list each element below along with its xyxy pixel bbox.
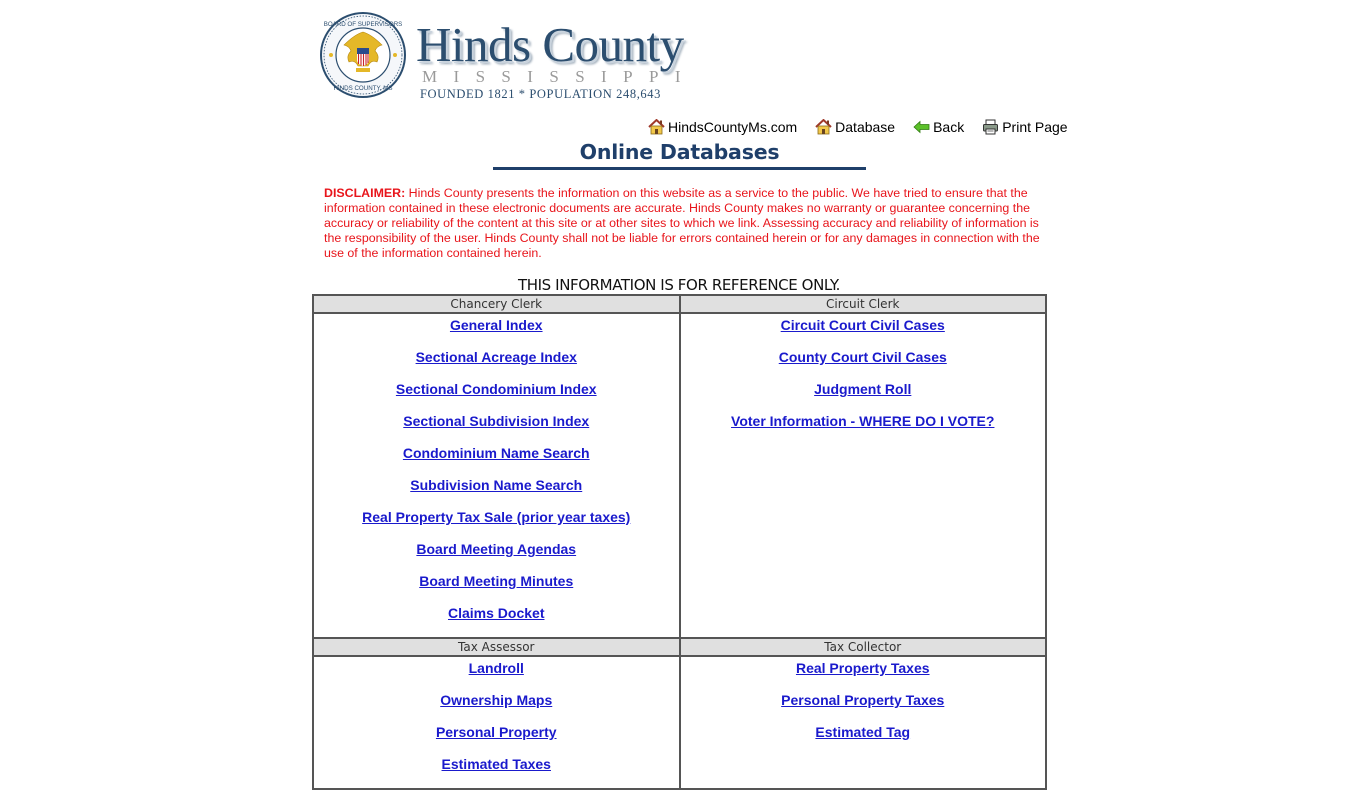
- chancery-clerk-links: General Index Sectional Acreage Index Se…: [312, 312, 681, 639]
- nav-label: HindsCountyMs.com: [668, 119, 798, 135]
- link-board-meeting-agendas[interactable]: Board Meeting Agendas: [314, 541, 679, 558]
- link-board-meeting-minutes[interactable]: Board Meeting Minutes: [314, 573, 679, 590]
- link-subdivision-name-search[interactable]: Subdivision Name Search: [314, 477, 679, 494]
- link-sectional-acreage-index[interactable]: Sectional Acreage Index: [314, 349, 679, 366]
- link-county-court-civil-cases[interactable]: County Court Civil Cases: [681, 349, 1046, 366]
- brand-state: MISSISSIPPI: [422, 67, 697, 86]
- link-landroll[interactable]: Landroll: [314, 660, 679, 677]
- title-divider: [493, 167, 866, 170]
- top-nav: HindsCountyMs.com Database Back Print Pa…: [648, 119, 1068, 135]
- county-seal-icon: BOARD OF SUPERVISORS HINDS COUNTY, MS: [320, 12, 406, 98]
- section-header-chancery-clerk: Chancery Clerk: [312, 294, 681, 314]
- nav-back-link[interactable]: Back: [913, 119, 964, 135]
- page-title: Online Databases: [579, 140, 780, 164]
- link-sectional-subdivision-index[interactable]: Sectional Subdivision Index: [314, 413, 679, 430]
- brand-founded: FOUNDED 1821 * POPULATION 248,643: [420, 87, 661, 101]
- brand-name: Hinds County: [416, 17, 684, 72]
- link-personal-property[interactable]: Personal Property: [314, 724, 679, 741]
- link-ownership-maps[interactable]: Ownership Maps: [314, 692, 679, 709]
- reference-notice: THIS INFORMATION IS FOR REFERENCE ONLY.: [518, 276, 840, 294]
- nav-label: Back: [933, 119, 965, 135]
- link-estimated-taxes[interactable]: Estimated Taxes: [314, 756, 679, 773]
- link-judgment-roll[interactable]: Judgment Roll: [681, 381, 1046, 398]
- nav-print-link[interactable]: Print Page: [982, 119, 1068, 135]
- section-header-circuit-clerk: Circuit Clerk: [678, 294, 1047, 314]
- disclaimer-text: Hinds County presents the information on…: [324, 186, 1040, 260]
- link-sectional-condominium-index[interactable]: Sectional Condominium Index: [314, 381, 679, 398]
- site-logo: BOARD OF SUPERVISORS HINDS COUNTY, MS Hi…: [318, 12, 718, 104]
- svg-text:BOARD OF SUPERVISORS: BOARD OF SUPERVISORS: [324, 21, 403, 28]
- nav-label: Print Page: [1002, 119, 1068, 135]
- link-personal-property-taxes[interactable]: Personal Property Taxes: [681, 692, 1046, 709]
- disclaimer: DISCLAIMER: Hinds County presents the in…: [324, 186, 1044, 261]
- nav-hindscountyms-link[interactable]: HindsCountyMs.com: [648, 119, 797, 135]
- section-header-tax-collector: Tax Collector: [678, 637, 1047, 657]
- link-condominium-name-search[interactable]: Condominium Name Search: [314, 445, 679, 462]
- link-real-property-taxes[interactable]: Real Property Taxes: [681, 660, 1046, 677]
- home-icon: [815, 119, 832, 135]
- nav-database-link[interactable]: Database: [815, 119, 895, 135]
- link-real-property-tax-sale[interactable]: Real Property Tax Sale (prior year taxes…: [314, 509, 679, 526]
- tax-assessor-links: Landroll Ownership Maps Personal Propert…: [312, 655, 681, 790]
- circuit-clerk-links: Circuit Court Civil Cases County Court C…: [678, 312, 1047, 639]
- home-icon: [648, 119, 665, 135]
- tax-collector-links: Real Property Taxes Personal Property Ta…: [678, 655, 1047, 790]
- link-general-index[interactable]: General Index: [314, 317, 679, 334]
- link-estimated-tag[interactable]: Estimated Tag: [681, 724, 1046, 741]
- nav-label: Database: [835, 119, 896, 135]
- section-header-tax-assessor: Tax Assessor: [312, 637, 681, 657]
- back-arrow-icon: [913, 120, 930, 134]
- printer-icon: [983, 119, 999, 135]
- disclaimer-label: DISCLAIMER:: [324, 186, 406, 200]
- link-voter-information[interactable]: Voter Information - WHERE DO I VOTE?: [681, 413, 1046, 430]
- link-circuit-court-civil-cases[interactable]: Circuit Court Civil Cases: [681, 317, 1046, 334]
- link-claims-docket[interactable]: Claims Docket: [314, 605, 679, 622]
- database-table: Chancery Clerk Circuit Clerk General Ind…: [312, 294, 1047, 790]
- svg-text:HINDS COUNTY, MS: HINDS COUNTY, MS: [333, 85, 392, 92]
